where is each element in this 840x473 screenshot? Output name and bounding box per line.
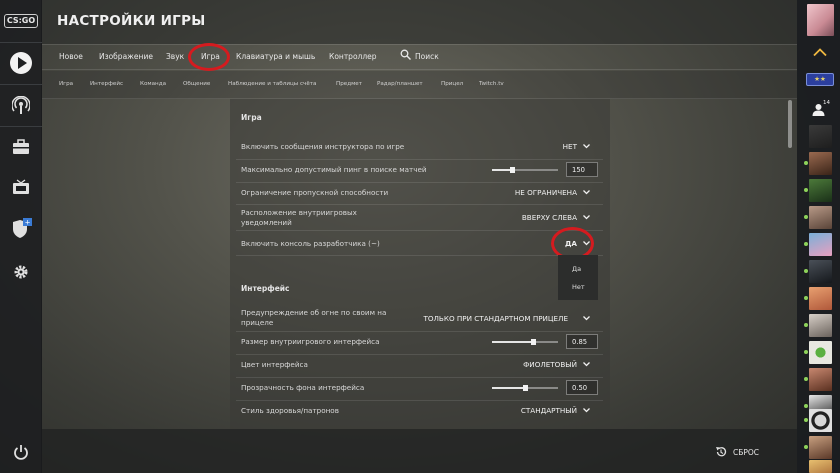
play-button[interactable] <box>0 43 42 83</box>
svg-text:+: + <box>25 219 31 227</box>
chevron-up-icon[interactable] <box>813 48 827 57</box>
setting-label: Расположение внутриигровых уведомлений <box>241 208 357 227</box>
gear-icon <box>14 265 28 279</box>
friend-avatar[interactable] <box>809 152 832 175</box>
friend-avatar[interactable] <box>809 368 832 391</box>
tv-icon <box>13 179 29 194</box>
friend-avatar[interactable] <box>809 409 832 432</box>
section-title-interface: Интерфейс <box>241 284 290 293</box>
hud-alpha-slider[interactable] <box>492 385 558 391</box>
setting-label: Прозрачность фона интерфейса <box>241 383 365 392</box>
play-icon <box>10 52 32 74</box>
subtab-communication[interactable]: Общение <box>183 81 210 87</box>
hud-color-dropdown[interactable]: ФИОЛЕТОВЫЙ <box>480 360 577 369</box>
chevron-down-icon <box>583 215 590 220</box>
reset-icon <box>716 447 727 457</box>
dropdown-option-no[interactable]: Нет <box>572 283 585 291</box>
hud-scale-slider[interactable] <box>492 339 558 345</box>
inventory-button[interactable] <box>0 127 42 167</box>
tab-video[interactable]: Изображение <box>99 52 153 61</box>
operation-button[interactable]: + <box>0 208 42 248</box>
briefcase-icon <box>13 139 29 154</box>
friends-online-count: 14 <box>823 100 830 106</box>
subtab-interface[interactable]: Интерфейс <box>90 81 123 87</box>
dropdown-menu <box>558 255 598 300</box>
friendly-fire-warning-dropdown[interactable]: ТОЛЬКО ПРИ СТАНДАРТНОМ ПРИЦЕЛЕ <box>420 314 568 323</box>
subtab-team[interactable]: Команда <box>140 81 166 87</box>
friend-avatar[interactable] <box>809 460 832 473</box>
broadcast-icon <box>12 96 30 114</box>
chevron-down-icon <box>583 190 590 195</box>
footer-bar <box>42 429 797 473</box>
chevron-down-icon <box>583 362 590 367</box>
section-title-game: Игра <box>241 113 262 122</box>
friend-avatar[interactable] <box>809 314 832 337</box>
chevron-down-icon <box>583 144 590 149</box>
page-title: НАСТРОЙКИ ИГРЫ <box>57 13 206 29</box>
subtab-spectator-scoreboard[interactable]: Наблюдение и таблицы счёта <box>228 81 316 87</box>
search-label[interactable]: Поиск <box>415 52 439 61</box>
notification-position-dropdown[interactable]: ВВЕРХУ СЛЕВА <box>480 213 577 222</box>
subtab-item[interactable]: Предмет <box>336 81 362 87</box>
dropdown-option-yes[interactable]: Да <box>572 265 581 273</box>
watch-broadcast-button[interactable] <box>0 85 42 125</box>
tab-keyboard-mouse[interactable]: Клавиатура и мышь <box>236 52 315 61</box>
search-icon[interactable] <box>400 49 411 60</box>
setting-label: Включить сообщения инструктора по игре <box>241 142 405 151</box>
setting-label: Ограничение пропускной способности <box>241 188 389 197</box>
friend-avatar[interactable] <box>809 287 832 310</box>
watch-button[interactable] <box>0 167 42 207</box>
instructor-messages-dropdown[interactable]: НЕТ <box>540 142 577 151</box>
setting-label: Предупреждение об огне по своим на прице… <box>241 308 387 327</box>
friend-avatar[interactable] <box>809 341 832 364</box>
tab-audio[interactable]: Звук <box>166 52 184 61</box>
setting-label: Стиль здоровья/патронов <box>241 406 339 415</box>
friend-avatar[interactable] <box>809 206 832 229</box>
subtab-twitch[interactable]: Twitch.tv <box>479 81 504 87</box>
setting-label: Включить консоль разработчика (~) <box>241 239 380 248</box>
settings-button[interactable] <box>0 252 42 292</box>
friend-avatar[interactable] <box>809 260 832 283</box>
csgo-logo[interactable]: CS:GO <box>4 14 38 28</box>
chevron-down-icon <box>583 408 590 413</box>
friend-avatar[interactable] <box>809 436 832 459</box>
setting-label: Размер внутриигрового интерфейса <box>241 337 380 346</box>
subtab-radar[interactable]: Радар/планшет <box>377 81 423 87</box>
settings-scrollbar[interactable] <box>788 100 792 148</box>
highlight-circle <box>188 43 230 71</box>
chevron-down-icon <box>583 316 590 321</box>
my-avatar[interactable] <box>807 4 834 36</box>
max-ping-slider[interactable] <box>492 167 558 173</box>
power-icon <box>14 445 28 460</box>
subtab-game[interactable]: Игра <box>59 81 73 87</box>
setting-label: Максимально допустимый пинг в поиске мат… <box>241 165 427 174</box>
hud-alpha-input[interactable]: 0.50 <box>566 380 598 395</box>
rank-badge[interactable]: ★★ <box>806 73 834 86</box>
setting-label: Цвет интерфейса <box>241 360 308 369</box>
subtab-crosshair[interactable]: Прицел <box>441 81 463 87</box>
friend-avatar[interactable] <box>809 233 832 256</box>
max-ping-input[interactable]: 150 <box>566 162 598 177</box>
tab-new[interactable]: Новое <box>59 52 83 61</box>
friend-avatar[interactable] <box>809 179 832 202</box>
bandwidth-dropdown[interactable]: НЕ ОГРАНИЧЕНА <box>480 188 577 197</box>
health-ammo-style-dropdown[interactable]: СТАНДАРТНЫЙ <box>480 406 577 415</box>
tab-controller[interactable]: Контроллер <box>329 52 377 61</box>
reset-button[interactable]: СБРОС <box>733 448 759 457</box>
friend-avatar[interactable] <box>809 125 832 148</box>
hud-scale-input[interactable]: 0.85 <box>566 334 598 349</box>
quit-button[interactable] <box>0 432 42 472</box>
shield-icon: + <box>13 218 32 238</box>
